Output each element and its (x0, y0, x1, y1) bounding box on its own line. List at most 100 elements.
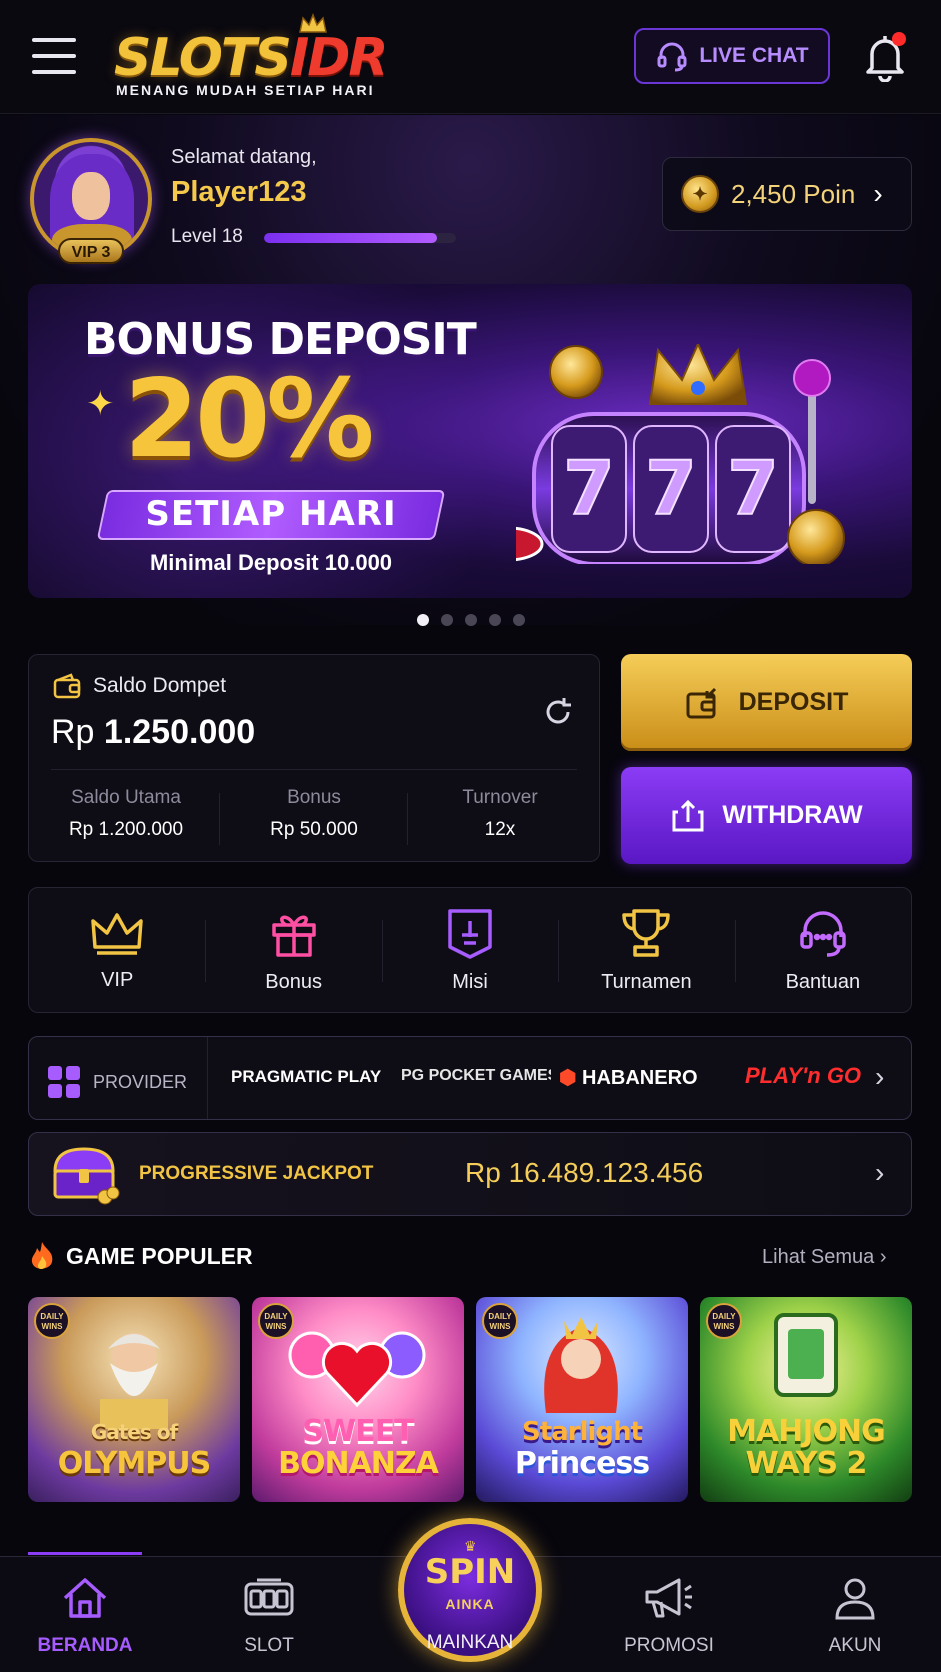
notification-dot (892, 32, 906, 46)
banner-percent: 20% (124, 357, 375, 482)
banner-ribbon-text: SETIAP HARI (145, 494, 397, 534)
game-badge: DAILY WINS (706, 1303, 742, 1339)
game-badge: DAILY WINS (34, 1303, 70, 1339)
habanero-icon: ⬢ (559, 1067, 583, 1089)
vip-badge: VIP 3 (58, 238, 124, 264)
quick-menu-mission[interactable]: Misi (381, 888, 558, 1012)
slot-machine-illustration: 7 7 7 (516, 344, 845, 564)
chevron-right-icon: › (875, 1157, 885, 1188)
divider (207, 1037, 208, 1119)
app-header: SLOTSIDR MENANG MUDAH SETIAP HARI LIVE C… (0, 0, 941, 114)
treasure-chest-icon (53, 1147, 120, 1205)
megaphone-icon (645, 1578, 692, 1618)
banner-pagination (0, 614, 941, 626)
game-badge: DAILY WINS (482, 1303, 518, 1339)
points-button[interactable]: ✦ 2,450 Poin › (662, 157, 912, 231)
user-icon (835, 1578, 875, 1620)
divider (407, 793, 408, 845)
game-card-sweet-bonanza[interactable]: DAILY WINS SWEET BONANZA (252, 1297, 464, 1502)
game-card-olympus[interactable]: DAILY WINS Gates of OLYMPUS (28, 1297, 240, 1502)
level-progress-bar (264, 233, 456, 243)
menu-icon[interactable] (32, 38, 78, 74)
jackpot-label: PROGRESSIVE JACKPOT (139, 1163, 374, 1184)
nav-promo[interactable]: PROMOSI (604, 1576, 734, 1657)
quick-menu: VIP Bonus Misi Turnamen Bantuan (28, 887, 912, 1013)
jackpot-value: Rp 16.489.123.456 (465, 1157, 704, 1188)
game-badge: DAILY WINS (258, 1303, 294, 1339)
pagination-dot[interactable] (440, 614, 453, 626)
brand-logo[interactable]: SLOTSIDR MENANG MUDAH SETIAP HARI (114, 12, 404, 104)
quick-menu-bonus[interactable]: Bonus (205, 888, 381, 1012)
logo-crown-icon (299, 12, 327, 33)
reel-digit: 7 (727, 446, 779, 532)
promo-banner[interactable]: BONUS DEPOSIT ✦ 20% SETIAP HARI Minimal … (28, 284, 912, 598)
quick-menu-vip[interactable]: VIP (29, 888, 205, 1012)
coin-icon: ✦ (681, 175, 719, 213)
provider-pg-soft[interactable]: PG POCKET GAMES SOFT (401, 1067, 551, 1085)
welcome-text: Selamat datang, (171, 146, 317, 168)
wallet-icon (53, 673, 81, 699)
reel-digit: 7 (645, 446, 697, 532)
divider (219, 793, 220, 845)
wallet-bonus-balance: Bonus Rp 50.000 (270, 787, 358, 840)
level-progress-fill (264, 233, 437, 243)
wallet-balance: Rp 1.250.000 (51, 713, 256, 751)
sparkle-icon: ✦ (86, 385, 115, 423)
game-title: Starlight Princess (514, 1417, 650, 1481)
gift-icon (271, 915, 316, 957)
wallet-label: Saldo Dompet (53, 673, 226, 699)
jackpot-banner[interactable]: PROGRESSIVE JACKPOT Rp 16.489.123.456 › (28, 1132, 912, 1216)
chevron-right-icon: › (873, 178, 883, 209)
wallet-card: Saldo Dompet Rp 1.250.000 Saldo Utama Rp… (28, 654, 600, 862)
slot-machine-icon (244, 1578, 294, 1616)
nav-account[interactable]: AKUN (790, 1576, 920, 1657)
live-chat-label: LIVE CHAT (699, 44, 809, 67)
divider (51, 769, 577, 770)
see-all-link[interactable]: Lihat Semua › (762, 1246, 887, 1269)
game-title: SWEET BONANZA (278, 1414, 439, 1481)
game-art (100, 1333, 168, 1429)
pagination-dot[interactable] (464, 614, 477, 626)
withdraw-button[interactable]: WITHDRAW (621, 767, 912, 864)
nav-slot[interactable]: SLOT (204, 1576, 334, 1657)
level-label: Level 18 (171, 226, 243, 247)
quick-menu-help[interactable]: Bantuan (734, 888, 911, 1012)
trophy-icon (622, 908, 671, 957)
game-art (544, 1317, 618, 1413)
home-icon (63, 1578, 107, 1618)
game-title: MAHJONG WAYS 2 (727, 1414, 886, 1481)
notification-bell[interactable] (862, 32, 910, 83)
pagination-dot[interactable] (488, 614, 501, 626)
provider-playngo[interactable]: PLAY'n GO (745, 1063, 861, 1089)
quick-menu-tournament[interactable]: Turnamen (558, 888, 734, 1012)
nav-home[interactable]: BERANDA (20, 1576, 150, 1657)
withdraw-icon (672, 799, 704, 831)
provider-label: PROVIDER (47, 1065, 187, 1099)
deposit-button[interactable]: DEPOSIT (621, 654, 912, 751)
chevron-right-icon[interactable]: › (875, 1061, 884, 1093)
wallet-main-balance: Saldo Utama Rp 1.200.000 (68, 787, 184, 840)
game-art (774, 1313, 838, 1397)
game-card-mahjong-ways[interactable]: DAILY WINS MAHJONG WAYS 2 (700, 1297, 912, 1502)
game-art (288, 1331, 426, 1408)
active-tab-indicator (28, 1552, 142, 1555)
spin-label: MAINKAN (426, 1632, 514, 1653)
game-card-starlight-princess[interactable]: DAILY WINS Starlight Princess (476, 1297, 688, 1502)
provider-pragmatic-play[interactable]: PRAGMATIC PLAY (231, 1067, 381, 1087)
logo-wordmark: SLOTSIDR (114, 28, 388, 88)
reel-digit: 7 (563, 446, 615, 532)
chevron-right-icon: › (879, 1246, 887, 1268)
wallet-turnover: Turnover 12x (462, 787, 538, 840)
provider-strip: PROVIDER PRAGMATIC PLAY PG POCKET GAMES … (28, 1036, 912, 1120)
points-value: 2,450 Poin (731, 178, 856, 209)
pagination-dot[interactable] (416, 614, 429, 626)
crown-icon (91, 912, 143, 955)
live-chat-button[interactable]: LIVE CHAT (634, 28, 830, 84)
provider-habanero[interactable]: ⬢ HABANERO (559, 1065, 698, 1090)
game-title: Gates of OLYMPUS (57, 1420, 211, 1481)
logo-tagline: MENANG MUDAH SETIAP HARI (116, 82, 375, 98)
fire-icon (31, 1242, 53, 1269)
deposit-icon (686, 687, 716, 718)
refresh-icon[interactable] (541, 695, 575, 729)
pagination-dot[interactable] (512, 614, 525, 626)
